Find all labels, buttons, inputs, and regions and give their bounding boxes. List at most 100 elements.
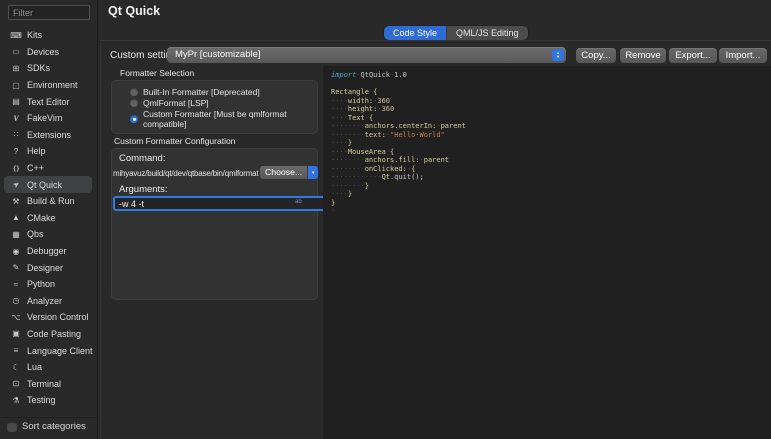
radio-qmlformat-lsp[interactable]: QmlFormat [LSP]	[130, 98, 209, 108]
sidebar-item-kits[interactable]: ⌨ Kits	[4, 27, 92, 44]
sidebar-item-devices[interactable]: ▭ Devices	[4, 44, 92, 61]
choose-dropdown-icon[interactable]: ▾	[307, 166, 318, 179]
sidebar-item-label: Python	[27, 279, 55, 289]
sidebar-divider	[0, 417, 97, 418]
code-line: ········anchors.fill:·parent	[331, 156, 771, 165]
select-stepper-icon[interactable]: ▴▾	[552, 49, 564, 61]
cpp-icon: { }	[9, 165, 23, 172]
sidebar-item-text-editor[interactable]: ▤ Text Editor	[4, 93, 92, 110]
sidebar-item-label: Lua	[27, 362, 42, 372]
code-line: ········anchors.centerIn:·parent	[331, 122, 771, 131]
sort-categories-checkbox[interactable]	[7, 422, 17, 432]
sidebar-item-lua[interactable]: ☾ Lua	[4, 359, 92, 376]
sidebar-item-version-control[interactable]: ⌥ Version Control	[4, 309, 92, 326]
cmake-icon: ▲	[9, 213, 23, 222]
sidebar-item-code-pasting[interactable]: ▣ Code Pasting	[4, 326, 92, 343]
radio-custom-formatter[interactable]: Custom Formatter [Must be qmlformat comp…	[130, 109, 317, 129]
choose-button[interactable]: Choose... ▾	[260, 166, 318, 179]
tab-bar: Code Style QML/JS Editing	[384, 26, 528, 40]
qt-quick-glyph: ➤	[11, 179, 22, 190]
sidebar-item-label: Build & Run	[27, 196, 75, 206]
code-preview[interactable]: import·QtQuick·1.0 Rectangle·{····width:·…	[323, 66, 771, 439]
sidebar-item-label: Code Pasting	[27, 329, 81, 339]
choose-button-label[interactable]: Choose...	[260, 166, 307, 179]
sidebar-item-label: SDKs	[27, 63, 50, 73]
kits-icon: ⌨	[9, 31, 23, 40]
code-line: ····}	[331, 190, 771, 199]
code-line: ········onClicked:·{	[331, 165, 771, 174]
sidebar-item-testing[interactable]: ⚗ Testing	[4, 392, 92, 409]
sidebar-item-environment[interactable]: ▢ Environment	[4, 77, 92, 94]
sidebar-item-qt-quick[interactable]: ➤ Qt Quick	[4, 176, 92, 193]
sidebar-item-extensions[interactable]: ∷ Extensions	[4, 127, 92, 144]
import-button[interactable]: Import...	[719, 48, 767, 63]
radio-icon[interactable]	[130, 99, 138, 107]
sidebar-item-language-client[interactable]: ≡ Language Client	[4, 342, 92, 359]
code-line: ····Text·{	[331, 114, 771, 123]
radio-selected-icon[interactable]	[130, 115, 138, 123]
code-line: ····}	[331, 139, 771, 148]
radio-label: Custom Formatter [Must be qmlformat comp…	[143, 109, 317, 129]
sidebar-item-sdks[interactable]: ⊞ SDKs	[4, 60, 92, 77]
sidebar-item-analyzer[interactable]: ◷ Analyzer	[4, 293, 92, 310]
sidebar-item-python[interactable]: ≈ Python	[4, 276, 92, 293]
sort-categories[interactable]: Sort categories	[7, 421, 86, 432]
code-line: ····height:·360	[331, 105, 771, 114]
sidebar-item-label: Analyzer	[27, 296, 62, 306]
preferences-window: ⌨ Kits ▭ Devices ⊞ SDKs ▢ Environment ▤ …	[0, 0, 771, 439]
sidebar-item-label: Terminal	[27, 379, 61, 389]
tab-qmljs-editing[interactable]: QML/JS Editing	[446, 26, 528, 40]
sidebar-item-qbs[interactable]: ▦ Qbs	[4, 226, 92, 243]
code-line: ◦	[331, 207, 771, 216]
sidebar-item-terminal[interactable]: ⊡ Terminal	[4, 375, 92, 392]
lua-icon: ☾	[9, 363, 23, 372]
sidebar-item-label: FakeVim	[27, 113, 62, 123]
sidebar-item-help[interactable]: ? Help	[4, 143, 92, 160]
radio-built-in-formatter[interactable]: Built-In Formatter [Deprecated]	[130, 87, 260, 97]
sidebar-item-build-run[interactable]: ⚒ Build & Run	[4, 193, 92, 210]
sidebar-item-cpp[interactable]: { } C++	[4, 160, 92, 177]
custom-settings-select[interactable]: MyPr [customizable] ▴▾	[167, 47, 566, 63]
sidebar-item-label: CMake	[27, 213, 56, 223]
sidebar-item-debugger[interactable]: ◉ Debugger	[4, 243, 92, 260]
sidebar-item-label: Text Editor	[27, 97, 70, 107]
text-editor-icon: ▤	[9, 97, 23, 106]
code-line: ····width:·360	[331, 97, 771, 106]
custom-formatter-configuration-title: Custom Formatter Configuration	[114, 136, 235, 146]
remove-button[interactable]: Remove	[620, 48, 666, 63]
sidebar-item-fakevim[interactable]: V FakeVim	[4, 110, 92, 127]
insert-variable-icon[interactable]: ab	[295, 199, 302, 205]
command-path-value: mihyavuz/build/qt/dev/qtbase/bin/qmlform…	[113, 169, 259, 178]
chevron-down-icon: ▾	[557, 55, 559, 59]
page-title: Qt Quick	[108, 4, 160, 18]
code-line: ············Qt.quit();	[331, 173, 771, 182]
code-line: Rectangle·{	[331, 88, 771, 97]
arguments-label: Arguments:	[119, 184, 168, 195]
tab-code-style[interactable]: Code Style	[384, 26, 446, 40]
code-line	[331, 80, 771, 89]
environment-icon: ▢	[9, 81, 23, 90]
sidebar-list: ⌨ Kits ▭ Devices ⊞ SDKs ▢ Environment ▤ …	[0, 27, 96, 409]
python-icon: ≈	[9, 280, 23, 289]
analyzer-icon: ◷	[9, 296, 23, 305]
language-client-icon: ≡	[9, 346, 23, 355]
code-pasting-icon: ▣	[9, 329, 23, 338]
sort-categories-label: Sort categories	[22, 421, 86, 432]
copy-button[interactable]: Copy...	[576, 48, 616, 63]
sidebar-item-cmake[interactable]: ▲ CMake	[4, 210, 92, 227]
sidebar-item-label: Qbs	[27, 229, 44, 239]
sidebar-item-label: Debugger	[27, 246, 67, 256]
sidebar: ⌨ Kits ▭ Devices ⊞ SDKs ▢ Environment ▤ …	[0, 0, 98, 439]
radio-label: QmlFormat [LSP]	[143, 98, 209, 108]
custom-settings-value: MyPr [customizable]	[167, 47, 566, 63]
radio-icon[interactable]	[130, 88, 138, 96]
code-line: import·QtQuick·1.0	[331, 71, 771, 80]
export-button[interactable]: Export...	[669, 48, 717, 63]
build-run-icon: ⚒	[9, 197, 23, 206]
sidebar-item-label: Extensions	[27, 130, 71, 140]
sidebar-item-label: Environment	[27, 80, 78, 90]
version-control-icon: ⌥	[9, 313, 23, 322]
filter-input[interactable]	[8, 5, 90, 20]
sidebar-item-designer[interactable]: ✎ Designer	[4, 259, 92, 276]
designer-icon: ✎	[9, 263, 23, 272]
